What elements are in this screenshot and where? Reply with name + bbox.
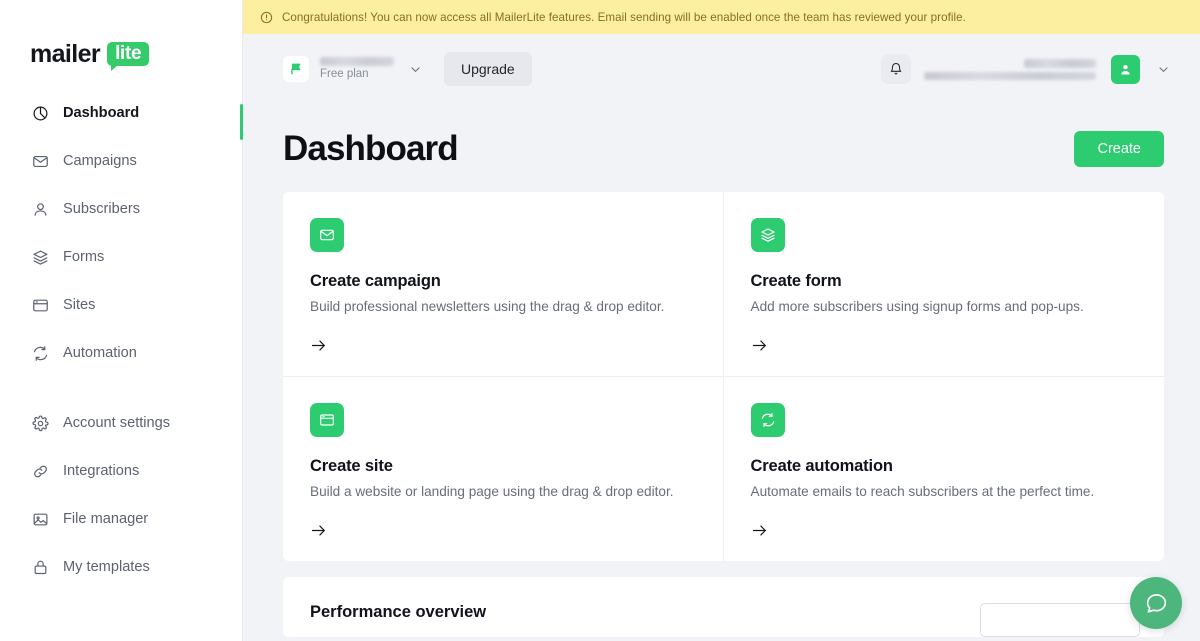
sidebar-item-account-settings[interactable]: Account settings [0,406,242,440]
sidebar-item-label: Sites [63,297,96,313]
refresh-icon [31,344,49,362]
quick-action-create-form[interactable]: Create form Add more subscribers using s… [724,192,1165,376]
sidebar-item-automation[interactable]: Automation [0,336,242,370]
alert-circle-icon [260,11,273,24]
user-email-redacted [924,71,1096,80]
logo-text-mailer: mailer [30,39,101,68]
gear-icon [31,414,49,432]
performance-overview-title: Performance overview [310,603,487,621]
quick-action-create-campaign[interactable]: Create campaign Build professional newsl… [283,192,724,376]
announcement-banner: Congratulations! You can now access all … [243,0,1200,34]
envelope-icon [310,218,344,252]
image-icon [31,510,49,528]
browser-window-icon [310,403,344,437]
sidebar-item-dashboard[interactable]: Dashboard [0,96,242,130]
sidebar-item-my-templates[interactable]: My templates [0,550,242,584]
user-name-redacted [1024,58,1096,68]
sidebar: mailer lite Dashboard Campaigns Subscrib… [0,0,243,641]
quick-action-title: Create form [750,272,842,290]
refresh-icon [750,403,785,437]
account-plan-label: Free plan [320,68,369,81]
main-area: Congratulations! You can now access all … [243,0,1200,641]
layers-icon [31,248,49,266]
chat-bubble-icon [1144,591,1169,616]
page-header: Dashboard Create [243,104,1200,176]
layers-icon [750,218,785,252]
help-chat-button[interactable] [1130,577,1182,629]
performance-overview-panel: Performance overview [283,577,1164,637]
sidebar-group-secondary: Account settings Integrations File manag… [0,406,242,584]
sidebar-item-label: Subscribers [63,201,141,217]
quick-action-create-site[interactable]: Create site Build a website or landing p… [283,376,724,561]
sidebar-item-label: Automation [63,345,137,361]
account-labels: Free plan [320,57,394,81]
quick-action-description: Build a website or landing page using th… [310,484,674,499]
dashboard-pie-icon [31,104,49,122]
quick-actions-wrap: Create campaign Build professional newsl… [243,176,1200,561]
sidebar-item-label: File manager [63,511,149,527]
quick-action-title: Create campaign [310,272,441,290]
logo-badge-lite: lite [107,41,150,72]
quick-action-description: Add more subscribers using signup forms … [750,299,1084,314]
briefcase-lock-icon [31,558,49,576]
app-root: mailer lite Dashboard Campaigns Subscrib… [0,0,1200,641]
top-bar: Free plan Upgrade [243,34,1200,104]
sidebar-item-sites[interactable]: Sites [0,288,242,322]
sidebar-item-label: My templates [63,559,150,575]
sidebar-item-campaigns[interactable]: Campaigns [0,144,242,178]
banner-message: Congratulations! You can now access all … [282,10,966,24]
arrow-right-icon[interactable] [751,522,1138,539]
sidebar-item-label: Forms [63,249,105,265]
sidebar-nav: Dashboard Campaigns Subscribers Forms Si… [0,78,242,584]
create-button[interactable]: Create [1074,131,1164,167]
browser-window-icon [31,296,49,314]
upgrade-button[interactable]: Upgrade [444,52,532,86]
chevron-down-icon[interactable] [409,63,422,76]
quick-action-create-automation[interactable]: Create automation Automate emails to rea… [723,376,1164,561]
quick-action-description: Build professional newsletters using the… [310,299,665,314]
sidebar-item-label: Campaigns [63,153,137,169]
quick-action-title: Create automation [750,457,893,475]
user-identity [924,58,1096,80]
person-icon [31,200,49,218]
arrow-right-icon[interactable] [310,337,696,354]
sidebar-item-subscribers[interactable]: Subscribers [0,192,242,226]
envelope-icon [31,152,49,170]
sidebar-item-file-manager[interactable]: File manager [0,502,242,536]
bell-icon[interactable] [881,54,911,84]
account-name-redacted [320,57,394,67]
sidebar-item-label: Dashboard [63,105,140,121]
sidebar-item-forms[interactable]: Forms [0,240,242,274]
top-bar-right [881,54,1170,84]
link-icon [31,462,49,480]
sidebar-item-integrations[interactable]: Integrations [0,454,242,488]
quick-action-title: Create site [310,457,393,475]
arrow-right-icon[interactable] [310,522,696,539]
account-switcher[interactable]: Free plan [283,56,422,82]
page-title: Dashboard [283,129,459,168]
avatar[interactable] [1111,54,1140,84]
date-range-select[interactable] [980,603,1140,637]
sidebar-item-label: Account settings [63,415,171,431]
arrow-right-icon[interactable] [751,337,1138,354]
app-logo[interactable]: mailer lite [0,0,242,78]
quick-action-description: Automate emails to reach subscribers at … [750,484,1095,499]
user-chevron-down-icon[interactable] [1157,63,1170,76]
sidebar-group-primary: Dashboard Campaigns Subscribers Forms Si… [0,96,242,370]
sidebar-item-label: Integrations [63,463,140,479]
green-flag-icon [283,56,309,82]
quick-actions-grid: Create campaign Build professional newsl… [283,192,1164,561]
